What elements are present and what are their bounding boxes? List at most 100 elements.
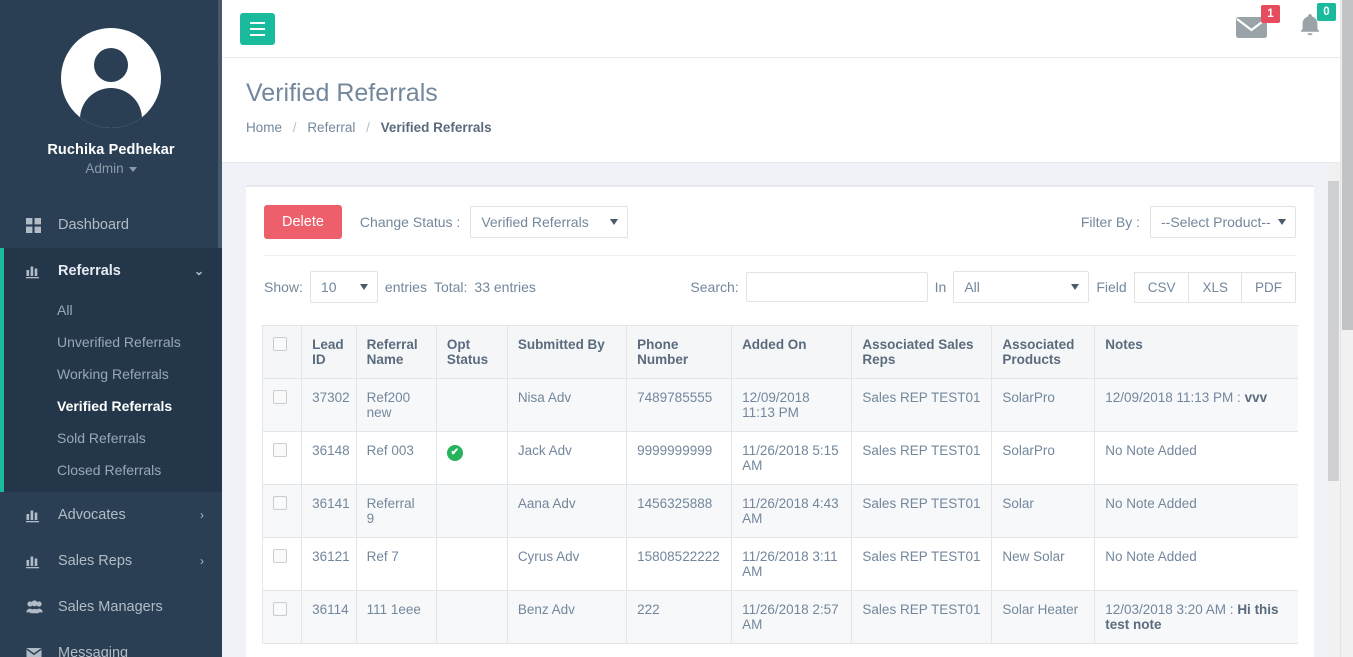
- column-header-phone-number[interactable]: Phone Number: [626, 325, 733, 379]
- chart-bar-icon: [26, 264, 48, 279]
- table-row[interactable]: 36114 111 1eee Benz Adv 222 11/26/2018 2:57 …: [262, 590, 1298, 644]
- sidebar-item-messaging[interactable]: Messaging: [0, 630, 222, 657]
- avatar-head: [94, 48, 128, 82]
- row-checkbox[interactable]: [273, 443, 287, 457]
- column-header-lead-id[interactable]: Lead ID: [301, 325, 357, 379]
- cell-submitted-by: Nisa Adv: [506, 378, 628, 432]
- sidebar-item-sold-referrals[interactable]: Sold Referrals: [0, 422, 222, 454]
- sidebar-item-label: Sales Managers: [58, 599, 163, 615]
- cell-phone-number: 7489785555: [626, 378, 733, 432]
- page-scrollbar-thumb[interactable]: [1342, 0, 1353, 330]
- cell-notes: No Note Added: [1094, 431, 1298, 485]
- show-label: Show:: [264, 279, 303, 295]
- page-size-select[interactable]: 10: [309, 271, 378, 303]
- profile-role-label: Admin: [85, 161, 124, 176]
- sidebar-nav: Dashboard Referrals ⌄ All Unverified Ref…: [0, 202, 222, 657]
- cell-phone-number: 1456325888: [626, 484, 733, 538]
- column-header-submitted-by[interactable]: Submitted By: [506, 325, 628, 379]
- cell-referral-name: Ref200 new: [355, 378, 437, 432]
- table-row[interactable]: 36148 Ref 003 ✔ Jack Adv 9999999999 11/26/201…: [262, 431, 1298, 485]
- sidebar-item-working-referrals[interactable]: Working Referrals: [0, 358, 222, 390]
- avatar-body: [80, 88, 142, 128]
- column-header-referral-name[interactable]: Referral Name: [355, 325, 437, 379]
- cell-added-on: 11/26/2018 4:43 AM: [731, 484, 853, 538]
- column-header-notes[interactable]: Notes: [1094, 325, 1298, 379]
- cell-referral-name: Ref 003: [355, 431, 437, 485]
- cell-products: New Solar: [991, 537, 1096, 591]
- grid-icon: [26, 217, 48, 233]
- breadcrumb-item-referral[interactable]: Referral: [307, 120, 355, 135]
- row-checkbox[interactable]: [273, 496, 287, 510]
- export-pdf-button[interactable]: PDF: [1241, 271, 1296, 303]
- column-header-associated-products[interactable]: Associated Products: [991, 325, 1096, 379]
- entries-label: entries: [384, 279, 427, 295]
- column-header-associated-sales-reps[interactable]: Associated Sales Reps: [851, 325, 993, 379]
- export-csv-button[interactable]: CSV: [1133, 271, 1190, 303]
- cell-products: SolarPro: [991, 378, 1096, 432]
- breadcrumb-item-home[interactable]: Home: [246, 120, 282, 135]
- cell-lead-id: 36148: [301, 431, 357, 485]
- cell-phone-number: 9999999999: [626, 431, 733, 485]
- envelope-icon: [26, 647, 48, 657]
- referrals-card: Delete Change Status : Verified Referral…: [246, 185, 1314, 657]
- card-toolbar: Delete Change Status : Verified Referral…: [262, 205, 1298, 255]
- row-select-cell: [262, 484, 303, 538]
- messages-button[interactable]: 1: [1235, 4, 1280, 44]
- cell-opt-status: [435, 378, 508, 432]
- sidebar-item-closed-referrals[interactable]: Closed Referrals: [0, 454, 222, 486]
- topbar-actions: 1 0: [1235, 3, 1336, 45]
- sidebar-item-label: Referrals: [58, 263, 121, 279]
- menu-toggle-button[interactable]: [240, 13, 275, 45]
- sidebar-item-sales-reps[interactable]: Sales Reps ›: [0, 538, 222, 584]
- sidebar-item-sales-managers[interactable]: Sales Managers: [0, 584, 222, 630]
- profile-role[interactable]: Admin: [0, 161, 222, 176]
- export-xls-button[interactable]: XLS: [1188, 271, 1242, 303]
- chart-bar-icon: [26, 508, 48, 523]
- row-checkbox[interactable]: [273, 390, 287, 404]
- column-header-opt-status[interactable]: Opt Status: [435, 325, 508, 379]
- check-circle-icon: ✔: [446, 445, 463, 461]
- sidebar: Ruchika Pedhekar Admin Dashboard Referra…: [0, 0, 222, 657]
- change-status-label: Change Status :: [359, 214, 461, 230]
- cell-referral-name: Ref 7: [355, 537, 437, 591]
- breadcrumb: Home / Referral / Verified Referrals: [246, 120, 1340, 135]
- cell-opt-status: [435, 484, 508, 538]
- sidebar-group-dashboard: Dashboard: [0, 202, 222, 248]
- row-checkbox[interactable]: [273, 602, 287, 616]
- table-row[interactable]: 36141 Referral 9 Aana Adv 1456325888 11/26/2…: [262, 484, 1298, 538]
- content-scrollbar-track[interactable]: [1327, 163, 1340, 657]
- row-checkbox[interactable]: [273, 549, 287, 563]
- filter-by-label: Filter By :: [1080, 214, 1140, 230]
- cell-sales-reps: Sales REP TEST01: [851, 537, 993, 591]
- page-scrollbar-track[interactable]: [1340, 0, 1353, 657]
- sidebar-group-referrals: Referrals ⌄ All Unverified Referrals Wor…: [0, 248, 222, 492]
- cell-added-on: 12/09/2018 11:13 PM: [731, 378, 853, 432]
- filter-by-select[interactable]: --Select Product--: [1150, 206, 1296, 238]
- search-input[interactable]: [745, 272, 928, 302]
- column-header-added-on[interactable]: Added On: [731, 325, 853, 379]
- breadcrumb-separator: /: [366, 119, 370, 135]
- table-body: 37302 Ref200 new Nisa Adv 7489785555 12/09/2…: [262, 378, 1298, 644]
- cell-added-on: 11/26/2018 3:11 AM: [731, 537, 853, 591]
- select-all-checkbox[interactable]: [273, 337, 287, 351]
- topbar: 1 0: [222, 0, 1340, 58]
- cell-lead-id: 36121: [301, 537, 357, 591]
- cell-referral-name: Referral 9: [355, 484, 437, 538]
- cell-lead-id: 36114: [301, 590, 357, 644]
- table-row[interactable]: 36121 Ref 7 Cyrus Adv 15808522222 11/26/2018…: [262, 537, 1298, 591]
- search-field-select[interactable]: All: [953, 271, 1090, 303]
- notifications-button[interactable]: 0: [1296, 3, 1336, 45]
- table-row[interactable]: 37302 Ref200 new Nisa Adv 7489785555 12/09/2…: [262, 378, 1298, 432]
- note-text: vvv: [1244, 390, 1268, 405]
- delete-button[interactable]: Delete: [264, 205, 342, 239]
- sidebar-item-advocates[interactable]: Advocates ›: [0, 492, 222, 538]
- cell-added-on: 11/26/2018 2:57 AM: [731, 590, 853, 644]
- content-scrollbar-thumb[interactable]: [1328, 181, 1339, 481]
- sidebar-item-dashboard[interactable]: Dashboard: [0, 202, 222, 248]
- sidebar-item-unverified-referrals[interactable]: Unverified Referrals: [0, 326, 222, 358]
- change-status-select[interactable]: Verified Referrals: [470, 206, 629, 238]
- sidebar-item-verified-referrals[interactable]: Verified Referrals: [0, 390, 222, 422]
- sidebar-group-sales-managers: Sales Managers: [0, 584, 222, 630]
- sidebar-item-all[interactable]: All: [0, 294, 222, 326]
- sidebar-item-referrals[interactable]: Referrals ⌄: [0, 248, 222, 294]
